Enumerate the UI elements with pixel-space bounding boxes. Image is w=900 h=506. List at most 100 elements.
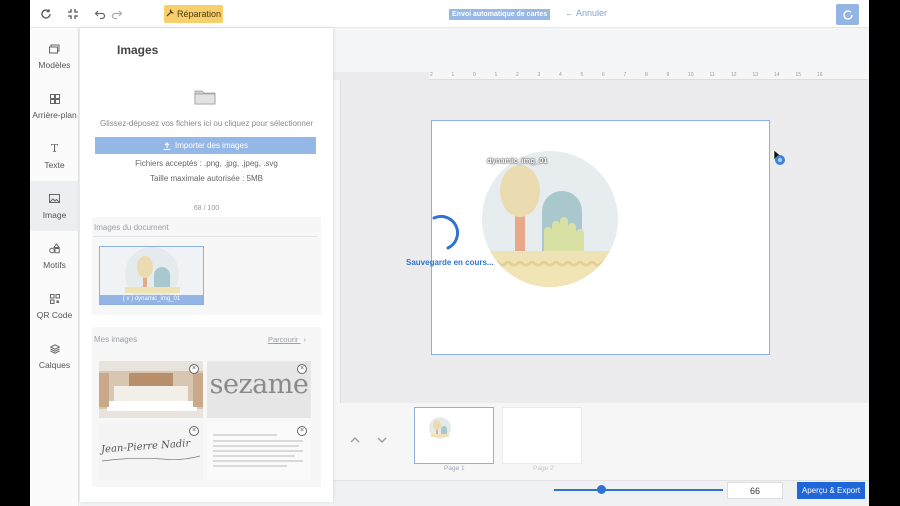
layout-icon xyxy=(49,43,61,55)
ruler-tick-label: 1 xyxy=(494,72,498,78)
ruler-tick-label: 16 xyxy=(817,72,823,78)
signature-stroke xyxy=(101,455,201,462)
ruler-tick-label: 15 xyxy=(795,72,802,78)
arrow-left-icon: ← xyxy=(565,8,574,18)
canvas-toolbar xyxy=(333,28,869,72)
ruler-tick-label: 14 xyxy=(774,72,780,78)
document-image-thumbnail[interactable]: { x } dynamic_img_01 xyxy=(99,246,204,305)
image-count: 68 / 100 xyxy=(193,205,220,212)
dropzone-text[interactable]: Glissez-déposez vos fichiers ici ou cliq… xyxy=(80,119,333,128)
cursor-icon xyxy=(773,149,785,165)
repair-button[interactable]: Réparation xyxy=(164,5,223,23)
preview-export-button[interactable]: Aperçu & Export xyxy=(797,482,865,499)
sidebar-item-layers[interactable]: Calques xyxy=(30,331,79,381)
document-image-caption: { x } dynamic_img_01 xyxy=(100,295,203,304)
import-images-button[interactable]: Importer des images xyxy=(95,137,316,154)
dynamic-image[interactable] xyxy=(432,121,771,356)
ruler-tick-label: 11 xyxy=(709,72,715,78)
grid-icon xyxy=(49,93,61,105)
cancel-button[interactable]: ← Annuler xyxy=(565,8,607,18)
layers-icon xyxy=(49,343,61,355)
top-toolbar: Réparation Envoi automatique de cartes ←… xyxy=(30,0,869,28)
sidebar-item-label: Modèles xyxy=(38,59,71,70)
refresh-icon[interactable] xyxy=(38,6,54,22)
collapse-icon[interactable] xyxy=(65,6,81,22)
shapes-icon xyxy=(49,243,61,255)
accepted-files-text: Fichiers acceptés : .png, .jpg, .jpeg, .… xyxy=(135,159,278,168)
chevron-down-icon[interactable] xyxy=(377,436,387,444)
ruler-tick-label: 1 xyxy=(451,72,455,78)
sezame-logo: sezame xyxy=(209,369,309,400)
chevron-up-icon[interactable] xyxy=(350,436,360,444)
left-sidebar: Modèles Arrière-plan T Texte Image Motif… xyxy=(30,28,79,506)
sidebar-item-shapes[interactable]: Motifs xyxy=(30,231,79,281)
remove-image-icon[interactable]: × xyxy=(297,426,307,436)
loading-icon xyxy=(842,9,853,20)
my-image-bedroom[interactable]: × xyxy=(99,361,203,418)
sidebar-item-image[interactable]: Image xyxy=(30,181,79,231)
cancel-label: Annuler xyxy=(576,8,608,18)
redo-icon[interactable] xyxy=(109,6,125,22)
canvas-page[interactable] xyxy=(431,120,770,355)
app-window: Réparation Envoi automatique de cartes ←… xyxy=(30,0,869,506)
dynamic-image-label: dynamic_img_01 xyxy=(487,156,548,165)
loading-spinner-icon xyxy=(432,214,460,250)
sidebar-item-label: Motifs xyxy=(43,259,66,270)
sidebar-item-label: Arrière-plan xyxy=(32,109,77,120)
page-thumbnail-1[interactable] xyxy=(414,407,494,464)
remove-image-icon[interactable]: × xyxy=(189,364,199,374)
remove-image-icon[interactable]: × xyxy=(189,426,199,436)
qr-icon xyxy=(49,293,61,305)
ruler-tick-label: 8 xyxy=(645,72,648,78)
page-preview-image xyxy=(429,417,451,439)
remove-image-icon[interactable]: × xyxy=(297,364,307,374)
wrench-icon xyxy=(166,8,175,19)
page-label-1: Page 1 xyxy=(444,465,465,472)
zoom-slider[interactable] xyxy=(554,489,723,491)
panel-title: Images xyxy=(117,43,159,57)
browse-label: Parcourir xyxy=(268,335,299,344)
ruler-tick-label: 6 xyxy=(602,72,605,78)
sidebar-item-text[interactable]: T Texte xyxy=(30,131,79,181)
my-image-signature[interactable]: Jean-Pierre Nadir × xyxy=(99,423,203,480)
document-image-preview xyxy=(125,247,180,297)
sidebar-item-label: Calques xyxy=(38,359,71,370)
ruler-tick-label: 2 xyxy=(430,72,433,78)
sidebar-item-models[interactable]: Modèles xyxy=(30,31,79,81)
ruler-tick-label: 4 xyxy=(559,72,562,78)
undo-icon[interactable] xyxy=(92,6,108,22)
sidebar-item-qr-code[interactable]: QR Code xyxy=(30,281,79,331)
ruler-tick-label: 10 xyxy=(688,72,694,78)
folder-icon[interactable] xyxy=(194,88,216,105)
sidebar-item-background[interactable]: Arrière-plan xyxy=(30,81,79,131)
sidebar-item-label: Image xyxy=(42,209,67,220)
vertical-ruler xyxy=(333,80,341,403)
my-image-sezame-logo[interactable]: sezame × xyxy=(207,361,311,418)
ruler-tick-label: 5 xyxy=(580,72,584,78)
image-icon xyxy=(49,193,61,205)
my-images-heading: Mes images xyxy=(94,335,138,344)
ruler-tick-label: 2 xyxy=(516,72,519,78)
ruler-tick-label: 7 xyxy=(623,72,627,78)
zoom-slider-handle[interactable] xyxy=(596,485,606,494)
sidebar-item-label: Texte xyxy=(44,159,65,170)
saving-status: Sauvegarde en cours... xyxy=(406,258,494,267)
bedroom-photo xyxy=(99,361,203,418)
chevron-right-icon: › xyxy=(303,335,307,344)
browse-link[interactable]: Parcourir › xyxy=(268,335,306,344)
my-image-document[interactable]: × xyxy=(207,423,311,480)
ruler-tick-label: 3 xyxy=(537,72,541,78)
upload-icon xyxy=(163,141,171,150)
document-images-heading: Images du document xyxy=(94,223,169,232)
ruler-tick-label: 0 xyxy=(473,72,476,78)
ruler-tick-label: 9 xyxy=(666,72,670,78)
max-size-text: Taille maximale autorisée : 5MB xyxy=(150,174,263,183)
sync-button[interactable] xyxy=(836,4,859,25)
text-icon: T xyxy=(50,142,59,155)
repair-label: Réparation xyxy=(176,9,222,19)
auto-send-badge[interactable]: Envoi automatique de cartes xyxy=(449,9,551,20)
page-thumbnail-2[interactable] xyxy=(502,407,582,464)
page-label-2: Page 2 xyxy=(533,465,554,472)
zoom-input[interactable]: 66 xyxy=(727,482,783,499)
horizontal-ruler: 2 1 0 1 2 3 4 5 6 7 8 9 10 11 12 13 14 15 16 xyxy=(429,72,869,80)
